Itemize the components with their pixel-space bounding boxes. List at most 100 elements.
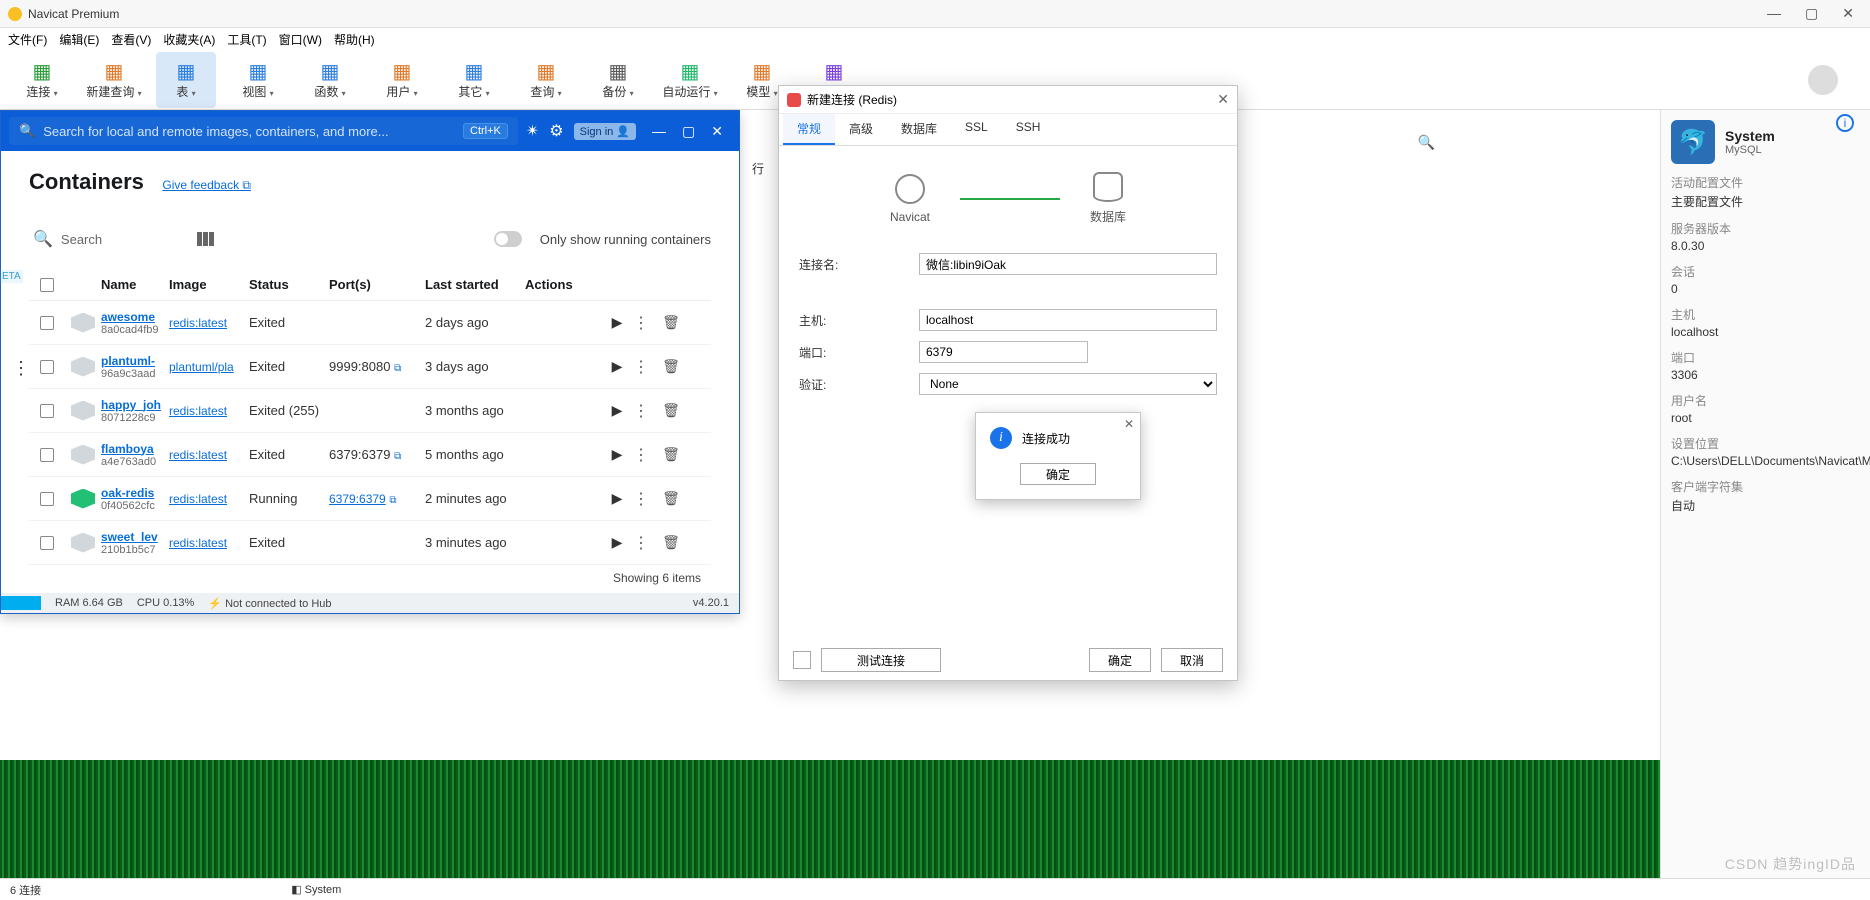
toolbar-表[interactable]: ▦表 ▾ [156, 52, 216, 108]
toolbar-视图[interactable]: ▦视图 ▾ [228, 52, 288, 108]
gear-icon[interactable]: ⚙ [549, 121, 563, 141]
connection-count: 6 连接 [10, 882, 41, 898]
delete-button[interactable]: 🗑 [653, 358, 689, 375]
test-connection-button[interactable]: 测试连接 [821, 648, 941, 672]
columns-icon[interactable] [197, 232, 215, 246]
row-checkbox[interactable] [40, 404, 54, 418]
toolbar-自动运行[interactable]: ▦自动运行 ▾ [660, 52, 720, 108]
row-more-button[interactable]: ⋮ [629, 445, 653, 465]
play-button[interactable]: ▶ [605, 534, 629, 551]
toolbar-用户[interactable]: ▦用户 ▾ [372, 52, 432, 108]
dialog-close-button[interactable]: ✕ [1217, 91, 1229, 108]
row-checkbox[interactable] [40, 536, 54, 550]
port-input[interactable] [919, 341, 1088, 363]
row-more-button[interactable]: ⋮ [629, 357, 653, 377]
menu-item[interactable]: 窗口(W) [279, 31, 322, 48]
image-link[interactable]: redis:latest [169, 404, 249, 418]
play-button[interactable]: ▶ [605, 490, 629, 507]
table-row[interactable]: happy_joh8071228c9redis:latestExited (25… [29, 389, 711, 433]
play-button[interactable]: ▶ [605, 446, 629, 463]
table-row[interactable]: sweet_lev210b1b5c7redis:latestExited3 mi… [29, 521, 711, 565]
auth-select[interactable]: None [919, 373, 1217, 395]
delete-button[interactable]: 🗑 [653, 402, 689, 419]
container-name-link[interactable]: flamboya [101, 442, 169, 456]
menu-item[interactable]: 收藏夹(A) [163, 31, 215, 48]
success-ok-button[interactable]: 确定 [1020, 463, 1096, 485]
container-name-link[interactable]: oak-redis [101, 486, 169, 500]
delete-button[interactable]: 🗑 [653, 446, 689, 463]
tab-数据库[interactable]: 数据库 [887, 114, 951, 145]
side-more-icon[interactable]: ⋮ [12, 358, 30, 379]
tab-SSL[interactable]: SSL [951, 114, 1002, 145]
menu-item[interactable]: 工具(T) [227, 31, 266, 48]
row-checkbox[interactable] [40, 360, 54, 374]
docker-global-search[interactable]: 🔍 Search for local and remote images, co… [9, 117, 518, 145]
running-toggle[interactable] [494, 231, 522, 247]
external-link-icon[interactable]: ⧉ [389, 495, 396, 506]
minimize-button[interactable]: — [1767, 5, 1781, 22]
row-more-button[interactable]: ⋮ [629, 533, 653, 553]
tab-常规[interactable]: 常规 [783, 114, 835, 145]
success-close-button[interactable]: ✕ [1124, 417, 1134, 431]
container-search[interactable]: 🔍 Search [29, 225, 179, 253]
menu-item[interactable]: 编辑(E) [59, 31, 99, 48]
table-row[interactable]: oak-redis0f40562cfcredis:latestRunning63… [29, 477, 711, 521]
image-link[interactable]: redis:latest [169, 316, 249, 330]
maximize-button[interactable]: ▢ [1805, 5, 1818, 22]
tab-高级[interactable]: 高级 [835, 114, 887, 145]
conn-name-input[interactable] [919, 253, 1217, 275]
row-checkbox[interactable] [40, 492, 54, 506]
ok-button[interactable]: 确定 [1089, 648, 1151, 672]
toolbar-函数[interactable]: ▦函数 ▾ [300, 52, 360, 108]
row-checkbox[interactable] [40, 448, 54, 462]
menu-item[interactable]: 帮助(H) [334, 31, 375, 48]
menu-item[interactable]: 查看(V) [111, 31, 151, 48]
pin-icon[interactable] [793, 651, 811, 669]
toolbar-备份[interactable]: ▦备份 ▾ [588, 52, 648, 108]
toolbar-查询[interactable]: ▦查询 ▾ [516, 52, 576, 108]
port-link[interactable]: 6379:6379 [329, 492, 386, 506]
delete-button[interactable]: 🗑 [653, 490, 689, 507]
image-link[interactable]: redis:latest [169, 492, 249, 506]
object-search-icon[interactable]: 🔍 [1418, 134, 1435, 151]
table-row[interactable]: awesome8a0cad4fb9redis:latestExited2 day… [29, 301, 711, 345]
toolbar-icon: ▦ [532, 59, 560, 83]
delete-button[interactable]: 🗑 [653, 314, 689, 331]
play-button[interactable]: ▶ [605, 358, 629, 375]
host-input[interactable] [919, 309, 1217, 331]
info-circle-icon[interactable]: i [1836, 114, 1854, 132]
row-more-button[interactable]: ⋮ [629, 401, 653, 421]
docker-minimize-button[interactable]: — [644, 123, 674, 139]
select-all-checkbox[interactable] [40, 278, 54, 292]
menu-item[interactable]: 文件(F) [8, 31, 47, 48]
container-name-link[interactable]: plantuml- [101, 354, 169, 368]
cancel-button[interactable]: 取消 [1161, 648, 1223, 672]
signin-button[interactable]: Sign in 👤 [574, 123, 636, 140]
delete-button[interactable]: 🗑 [653, 534, 689, 551]
toolbar-连接[interactable]: ▦连接 ▾ [12, 52, 72, 108]
container-name-link[interactable]: happy_joh [101, 398, 169, 412]
container-name-link[interactable]: awesome [101, 310, 169, 324]
external-link-icon[interactable]: ⧉ [394, 363, 401, 374]
feedback-link[interactable]: Give feedback ⧉ [162, 178, 251, 192]
toolbar-其它[interactable]: ▦其它 ▾ [444, 52, 504, 108]
table-row[interactable]: flamboyaa4e763ad0redis:latestExited6379:… [29, 433, 711, 477]
docker-close-button[interactable]: ✕ [703, 123, 731, 140]
bug-icon[interactable]: ✴ [526, 121, 539, 141]
table-row[interactable]: plantuml-96a9c3aadplantuml/plaExited9999… [29, 345, 711, 389]
image-link[interactable]: redis:latest [169, 536, 249, 550]
image-link[interactable]: redis:latest [169, 448, 249, 462]
tab-SSH[interactable]: SSH [1002, 114, 1055, 145]
row-more-button[interactable]: ⋮ [629, 489, 653, 509]
play-button[interactable]: ▶ [605, 314, 629, 331]
external-link-icon[interactable]: ⧉ [394, 451, 401, 462]
play-button[interactable]: ▶ [605, 402, 629, 419]
row-checkbox[interactable] [40, 316, 54, 330]
toolbar-新建查询[interactable]: ▦新建查询 ▾ [84, 52, 144, 108]
docker-maximize-button[interactable]: ▢ [674, 123, 703, 140]
row-more-button[interactable]: ⋮ [629, 313, 653, 333]
container-name-link[interactable]: sweet_lev [101, 530, 169, 544]
close-button[interactable]: ✕ [1842, 5, 1854, 22]
user-avatar-icon[interactable] [1808, 65, 1838, 95]
image-link[interactable]: plantuml/pla [169, 360, 249, 374]
